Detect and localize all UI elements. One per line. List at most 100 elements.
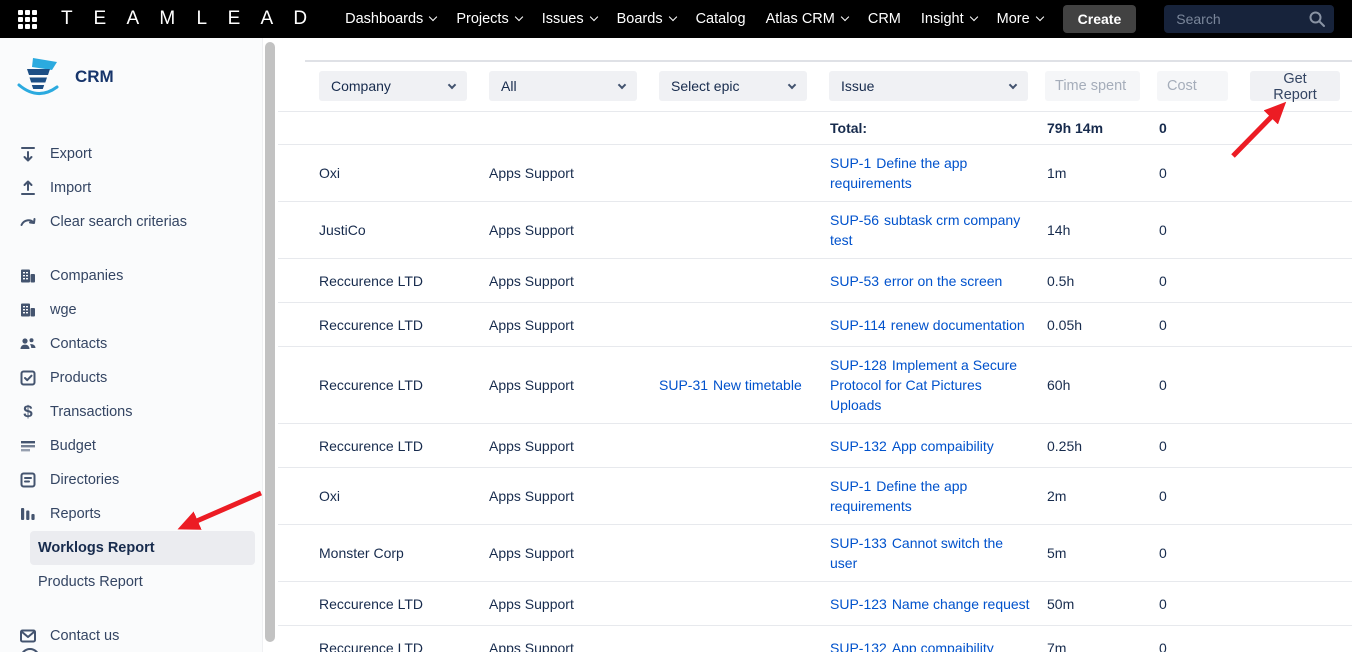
chevron-down-icon	[448, 80, 456, 88]
sidebar-item-label: Directories	[50, 472, 119, 488]
issue-link[interactable]: SUP-123Name change request	[830, 596, 1030, 612]
cell-company: JustiCo	[278, 220, 489, 240]
cell-time-spent: 0.25h	[1047, 436, 1159, 456]
chevron-down-icon	[1035, 13, 1043, 21]
budget-lines-icon	[18, 436, 38, 456]
sidebar-item-companies[interactable]: Companies	[0, 259, 262, 293]
issue-key: SUP-132	[830, 640, 887, 652]
sidebar-item-budget[interactable]: Budget	[0, 429, 262, 463]
issue-key: SUP-53	[830, 273, 879, 289]
topbar-item-more[interactable]: More	[987, 11, 1053, 27]
project-filter-select[interactable]: All	[489, 71, 637, 101]
table-row: OxiApps SupportSUP-1Define the app requi…	[278, 468, 1352, 525]
cell-cost: 0	[1159, 638, 1352, 652]
sidebar-item-worklogs-report[interactable]: Worklogs Report	[30, 531, 255, 565]
crm-app-title: CRM	[75, 67, 114, 87]
sidebar-item-label: Products	[50, 370, 107, 386]
export-icon	[18, 144, 38, 164]
cell-issue: SUP-128Implement a Secure Protocol for C…	[830, 355, 1047, 415]
sidebar-item-products[interactable]: Products	[0, 361, 262, 395]
app-switcher-icon[interactable]	[18, 10, 37, 29]
cell-epic: SUP-31New timetable	[659, 375, 830, 395]
sidebar-item-export[interactable]: Export	[0, 137, 262, 171]
cell-time-spent: 14h	[1047, 220, 1159, 240]
search-icon[interactable]	[1308, 10, 1326, 28]
topbar-item-catalog[interactable]: Catalog	[686, 11, 756, 27]
sidebar: CRM Export Import Clear search criterias	[0, 38, 262, 652]
cell-time-spent: 7m	[1047, 638, 1159, 652]
issue-summary: error on the screen	[884, 273, 1002, 289]
sidebar-item-reports[interactable]: Reports	[0, 497, 262, 531]
worklog-table-rows: OxiApps SupportSUP-1Define the app requi…	[278, 145, 1352, 652]
sidebar-item-contacts[interactable]: Contacts	[0, 327, 262, 361]
cost-input[interactable]	[1157, 71, 1228, 101]
chevron-down-icon	[841, 13, 849, 21]
chevron-down-icon	[618, 80, 626, 88]
cell-time-spent: 50m	[1047, 594, 1159, 614]
topbar-item-projects[interactable]: Projects	[446, 11, 531, 27]
teamlead-logo[interactable]: T E A M L E A D	[61, 8, 315, 30]
cell-time-spent: 5m	[1047, 543, 1159, 563]
search-wrap	[1164, 5, 1334, 33]
epic-link[interactable]: SUP-31New timetable	[659, 377, 802, 393]
cell-issue: SUP-1Define the app requirements	[830, 476, 1047, 516]
cell-issue: SUP-53 error on the screen	[830, 271, 1047, 291]
topbar-item-atlas-crm[interactable]: Atlas CRM	[756, 11, 858, 27]
sidebar-item-products-report[interactable]: Products Report	[0, 565, 262, 599]
table-row: Reccurence LTDApps SupportSUP-132App com…	[278, 424, 1352, 468]
issue-key: SUP-132	[830, 438, 887, 454]
sidebar-item-label: Contact us	[50, 628, 119, 644]
table-row: Reccurence LTDApps SupportSUP-31New time…	[278, 347, 1352, 424]
issue-filter-value: Issue	[841, 78, 874, 94]
issue-key: SUP-123	[830, 596, 887, 612]
issue-link[interactable]: SUP-56subtask crm company test	[830, 212, 1020, 248]
cell-time-spent: 60h	[1047, 375, 1159, 395]
issue-link[interactable]: SUP-114renew documentation	[830, 317, 1025, 333]
issue-summary: App compaibility	[892, 438, 994, 454]
get-report-button[interactable]: Get Report	[1250, 71, 1340, 101]
sidebar-item-import[interactable]: Import	[0, 171, 262, 205]
sidebar-item-transactions[interactable]: $ Transactions	[0, 395, 262, 429]
topbar-nav: Dashboards Projects Issues BoardsCatalogAtl…	[335, 11, 1053, 27]
total-cost: 0	[1159, 118, 1352, 138]
topbar-item-boards[interactable]: Boards	[607, 11, 686, 27]
sidebar-item-label: Import	[50, 180, 91, 196]
issue-link[interactable]: SUP-1Define the app requirements	[830, 155, 967, 191]
cell-cost: 0	[1159, 375, 1352, 395]
issue-link[interactable]: SUP-53 error on the screen	[830, 273, 1002, 289]
issue-link[interactable]: SUP-132 App compaibility	[830, 438, 994, 454]
issue-link[interactable]: SUP-1Define the app requirements	[830, 478, 967, 514]
time-spent-input[interactable]	[1045, 71, 1140, 101]
topbar-item-label: Issues	[542, 11, 584, 27]
topbar-item-dashboards[interactable]: Dashboards	[335, 11, 446, 27]
sidebar-scrollbar-thumb[interactable]	[265, 42, 275, 642]
topbar-item-label: Projects	[456, 11, 508, 27]
issue-link[interactable]: SUP-128Implement a Secure Protocol for C…	[830, 357, 1017, 413]
chevron-down-icon	[429, 13, 437, 21]
sidebar-item-contact-us[interactable]: Contact us	[0, 619, 262, 652]
topbar-item-insight[interactable]: Insight	[911, 11, 987, 27]
building-icon	[18, 266, 38, 286]
epic-filter-select[interactable]: Select epic	[659, 71, 807, 101]
chevron-down-icon	[668, 13, 676, 21]
cell-project: Apps Support	[489, 375, 659, 395]
topbar-item-issues[interactable]: Issues	[532, 11, 607, 27]
company-filter-select[interactable]: Company	[319, 71, 467, 101]
issue-filter-select[interactable]: Issue	[829, 71, 1028, 101]
topbar-item-label: Insight	[921, 11, 964, 27]
table-row: Monster CorpApps SupportSUP-133Cannot sw…	[278, 525, 1352, 582]
create-button[interactable]: Create	[1063, 5, 1137, 33]
cell-project: Apps Support	[489, 594, 659, 614]
cell-company: Reccurence LTD	[278, 594, 489, 614]
issue-key: SUP-114	[830, 317, 886, 333]
sidebar-item-label: Transactions	[50, 404, 132, 420]
sidebar-item-wge[interactable]: wge	[0, 293, 262, 327]
issue-link[interactable]: SUP-133Cannot switch the user	[830, 535, 1003, 571]
issue-link[interactable]: SUP-132App compaibility	[830, 640, 994, 652]
cell-issue: SUP-114renew documentation	[830, 315, 1047, 335]
topbar-item-crm[interactable]: CRM	[858, 11, 911, 27]
sidebar-item-directories[interactable]: Directories	[0, 463, 262, 497]
sidebar-item-clear-search[interactable]: Clear search criterias	[0, 205, 262, 239]
sidebar-item-label: Reports	[50, 506, 101, 522]
table-row: JustiCoApps SupportSUP-56subtask crm com…	[278, 202, 1352, 259]
